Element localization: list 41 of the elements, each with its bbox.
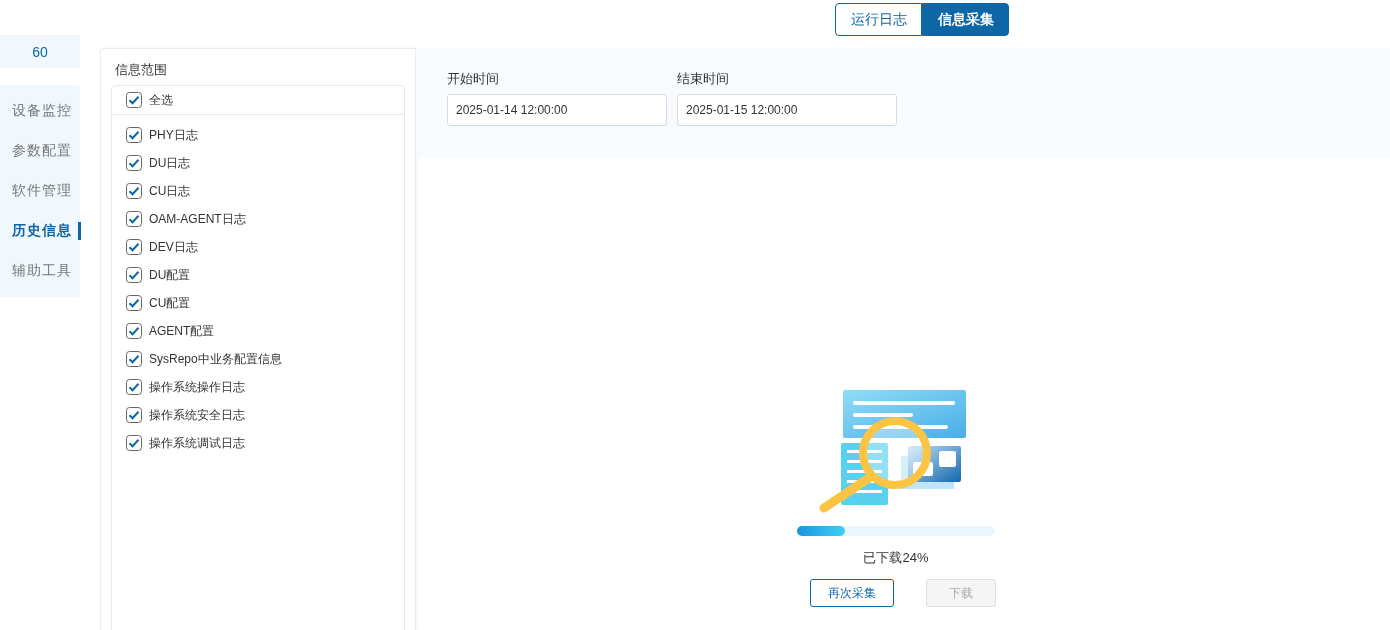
checkbox[interactable] (126, 211, 142, 227)
panel-title: 信息范围 (114, 61, 168, 79)
checkbox-label: SysRepo中业务配置信息 (149, 350, 282, 368)
sidebar-item[interactable]: 设备监控 (0, 91, 81, 131)
checkbox-label: CU日志 (149, 182, 191, 200)
checkbox-label: DU日志 (149, 154, 191, 172)
sidebar-item[interactable]: 软件管理 (0, 171, 81, 211)
sidebar-item[interactable]: 参数配置 (0, 131, 81, 171)
checkbox-label: CU配置 (149, 294, 191, 312)
sidebar-item[interactable]: 辅助工具 (0, 251, 81, 291)
field-label: 开始时间 (447, 70, 500, 88)
sidebar-item[interactable]: 历史信息 (0, 222, 81, 240)
checkbox[interactable] (126, 295, 142, 311)
checkbox[interactable] (126, 435, 142, 451)
checkbox-label: 操作系统安全日志 (149, 406, 245, 424)
device-count-badge: 60 (0, 35, 80, 68)
checkbox-label: OAM-AGENT日志 (149, 210, 246, 228)
checkbox-label: 操作系统调试日志 (149, 434, 245, 452)
checkbox[interactable] (126, 92, 142, 108)
checkbox[interactable] (126, 127, 142, 143)
recollect-button[interactable]: 再次采集 (810, 579, 894, 607)
checkbox[interactable] (126, 155, 142, 171)
checkbox[interactable] (126, 379, 142, 395)
checkbox-label: AGENT配置 (149, 322, 215, 340)
checkbox[interactable] (126, 323, 142, 339)
checkbox[interactable] (126, 267, 142, 283)
progress-text: 已下载24% (863, 549, 929, 567)
checkbox-label: 操作系统操作日志 (149, 378, 245, 396)
checkbox-label: 全选 (149, 91, 173, 109)
checkbox-label: DEV日志 (149, 238, 198, 256)
checkbox[interactable] (126, 351, 142, 367)
checkbox[interactable] (126, 407, 142, 423)
tab[interactable]: 运行日志 (835, 3, 922, 36)
field-label: 结束时间 (677, 70, 730, 88)
checkbox-label: DU配置 (149, 266, 191, 284)
checkbox-label: PHY日志 (149, 126, 198, 144)
checkbox[interactable] (126, 183, 142, 199)
datetime-field[interactable]: 2025-01-15 12:00:00 (677, 94, 897, 126)
tab[interactable]: 信息采集 (922, 3, 1009, 36)
checkbox[interactable] (126, 239, 142, 255)
datetime-field[interactable]: 2025-01-14 12:00:00 (447, 94, 667, 126)
